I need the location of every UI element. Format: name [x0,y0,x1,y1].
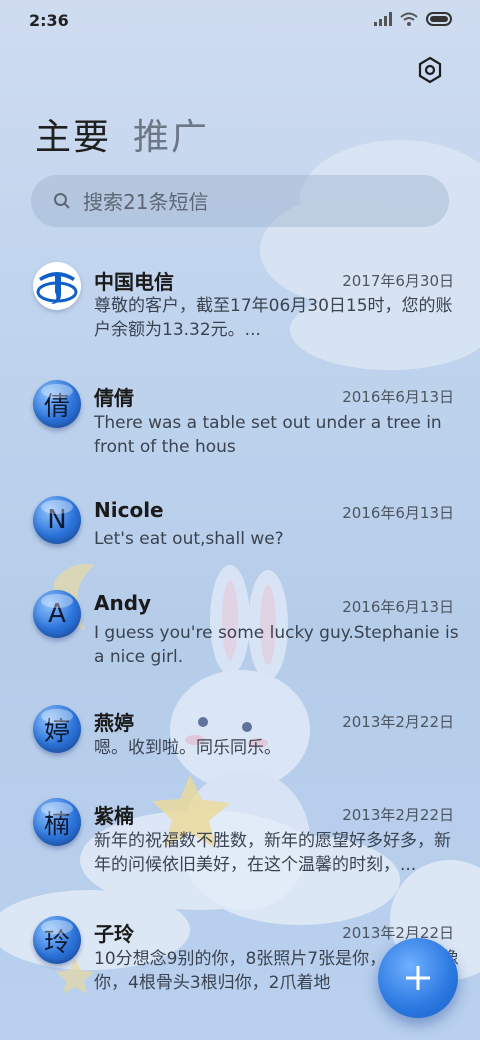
message-date: 2013年2月22日 [342,806,454,824]
new-message-button[interactable] [378,938,458,1018]
message-preview: Let's eat out,shall we? [94,529,284,549]
contact-name: Nicole [94,498,164,522]
message-date: 2013年2月22日 [342,713,454,731]
contact-name: Andy [94,591,152,615]
tab-primary[interactable]: 主要 [35,108,111,160]
avatar: 婷 [33,705,81,753]
message-date: 2016年6月13日 [342,504,454,522]
tab-promotions[interactable]: 推广 [133,108,209,160]
avatar: 倩 [33,380,81,428]
status-bar: 2:36 [0,0,480,40]
settings-gear-icon[interactable] [416,56,444,84]
contact-name: 倩倩 [94,386,134,410]
avatar: 玲 [33,916,81,964]
avatar: A [33,590,81,638]
tab-bar: 主要 推广 [35,108,209,160]
search-bar[interactable] [31,175,449,229]
contact-name: 子玲 [94,922,134,946]
contact-name: 紫楠 [94,804,134,828]
status-time: 2:36 [29,11,69,30]
contact-name: 中国电信 [94,270,174,294]
message-preview: I guess you're some lucky guy.Stephanie … [94,623,459,667]
avatar [33,262,81,310]
china-telecom-logo [34,263,80,309]
avatar: 楠 [33,798,81,846]
search-input[interactable] [81,175,435,229]
message-date: 2016年6月13日 [342,598,454,616]
message-preview: 尊敬的客户，截至17年06月30日15时，您的账户余额为13.32元。... [94,296,453,340]
conversation-item[interactable]: 中国电信 2017年6月30日 尊敬的客户，截至17年06月30日15时，您的账… [0,250,480,360]
wifi-icon [400,12,418,26]
avatar: N [33,496,81,544]
message-preview: There was a table set out under a tree i… [94,413,442,457]
contact-name: 燕婷 [94,711,134,735]
conversation-item[interactable]: A Andy 2016年6月13日 I guess you're some lu… [0,578,480,688]
message-date: 2013年2月22日 [342,924,454,942]
message-date: 2016年6月13日 [342,388,454,406]
battery-icon [426,12,452,26]
search-icon [54,193,70,209]
message-preview: 嗯。收到啦。同乐同乐。 [94,738,281,758]
message-preview: 新年的祝福数不胜数，新年的愿望好多好多，新年的问候依旧美好，在这个温馨的时刻，.… [94,831,451,875]
message-date: 2017年6月30日 [342,272,454,290]
plus-icon [406,966,430,990]
conversation-item[interactable]: 倩 倩倩 2016年6月13日 There was a table set ou… [0,368,480,478]
signal-icon [374,12,392,26]
conversation-item[interactable]: 楠 紫楠 2013年2月22日 新年的祝福数不胜数，新年的愿望好多好多，新年的问… [0,788,480,898]
